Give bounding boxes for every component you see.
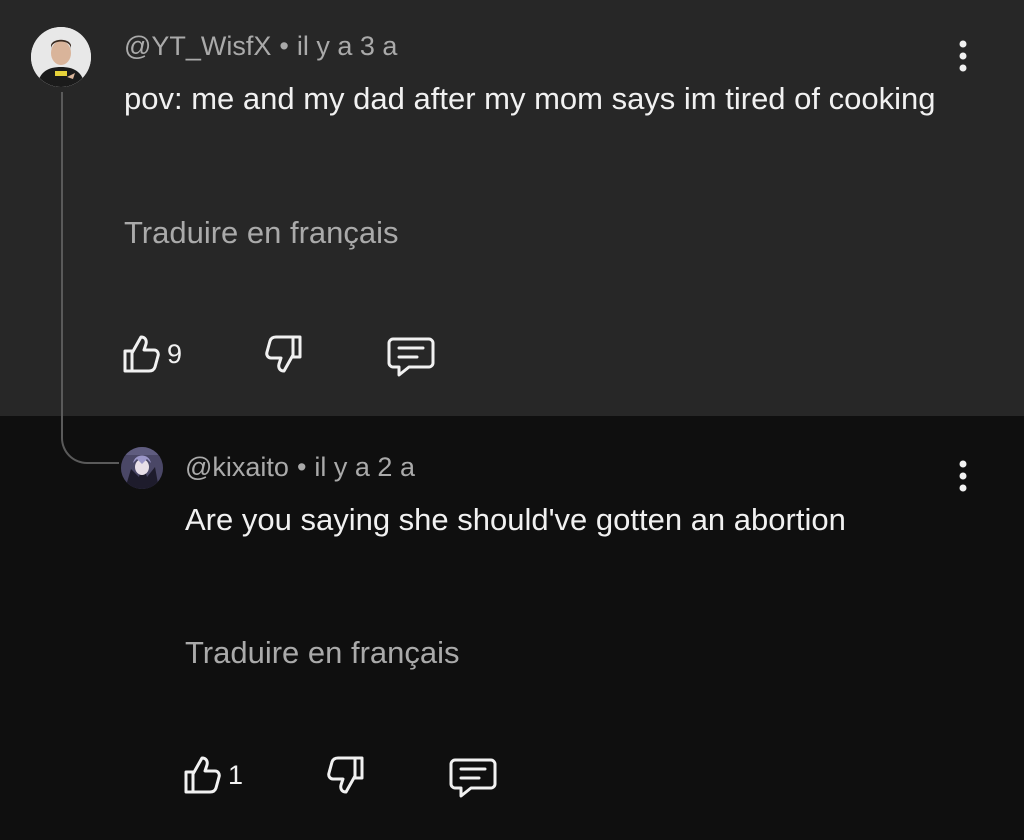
- thread-connector: [61, 420, 119, 464]
- translate-link[interactable]: Traduire en français: [185, 635, 460, 671]
- reply-button[interactable]: [449, 756, 497, 798]
- thread-line: [61, 92, 63, 432]
- more-vert-icon: [959, 460, 967, 492]
- dislike-button[interactable]: [264, 333, 304, 375]
- like-count: 1: [228, 759, 244, 790]
- like-count: 9: [167, 338, 183, 369]
- reply-author[interactable]: @kixaito: [185, 452, 289, 482]
- reply-comment-icon: [387, 337, 435, 377]
- thumbs-up-icon: [184, 756, 221, 794]
- like-button[interactable]: 1: [182, 754, 243, 796]
- reply-button[interactable]: [387, 335, 435, 377]
- thumbs-down-icon: [265, 335, 302, 373]
- avatar[interactable]: [121, 447, 163, 489]
- avatar[interactable]: [31, 27, 91, 87]
- dislike-button[interactable]: [326, 754, 366, 796]
- more-options-button[interactable]: [953, 458, 973, 498]
- more-options-button[interactable]: [953, 38, 973, 78]
- meta-separator: •: [279, 31, 289, 61]
- reply-time: il y a 2 a: [314, 452, 415, 482]
- comment-time: il y a 3 a: [296, 31, 398, 61]
- reply-text: Are you saying she should've gotten an a…: [185, 502, 846, 537]
- reply-comment-icon: [449, 758, 497, 798]
- user-avatar-icon: [121, 447, 163, 489]
- comment-author[interactable]: @YT_WisfX: [124, 31, 271, 61]
- translate-link[interactable]: Traduire en français: [124, 215, 399, 251]
- thumbs-up-icon: [123, 335, 160, 373]
- more-vert-icon: [959, 40, 967, 72]
- thumbs-down-icon: [327, 756, 364, 794]
- meta-separator: •: [296, 452, 307, 482]
- user-avatar-icon: [31, 27, 91, 87]
- like-button[interactable]: 9: [121, 333, 182, 375]
- comment-text: pov: me and my dad after my mom says im …: [124, 81, 936, 116]
- reply-meta: @kixaito • il y a 2 a: [185, 452, 415, 483]
- comment-meta: @YT_WisfX • il y a 3 a: [124, 31, 397, 62]
